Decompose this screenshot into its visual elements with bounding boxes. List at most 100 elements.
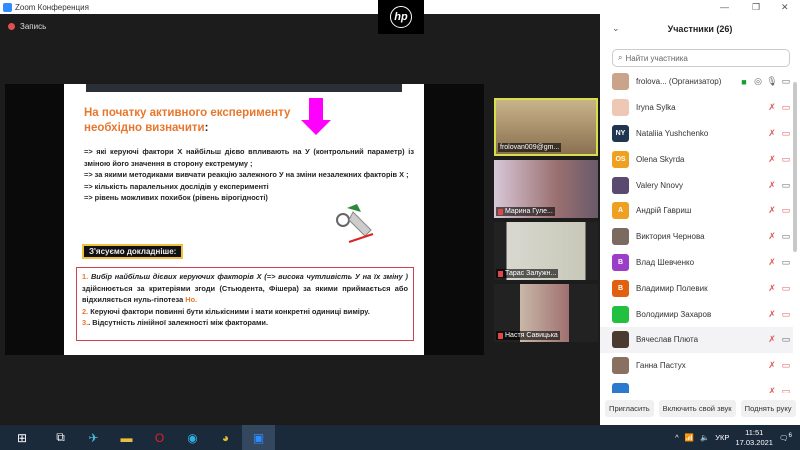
avatar: В xyxy=(612,253,629,271)
mic-muted-icon[interactable]: ✗ xyxy=(765,180,779,191)
camera-icon[interactable]: ▭ xyxy=(779,180,793,191)
mic-icon[interactable]: 🎙 xyxy=(765,76,779,87)
participant-row[interactable]: А Андрій Гавриш ✗ ▭ xyxy=(600,198,793,224)
participant-row[interactable]: Володимир Захаров ✗ ▭ xyxy=(600,301,793,327)
participant-row[interactable]: Iryna Sylka ✗ ▭ xyxy=(600,95,793,121)
volume-icon[interactable]: 🔈 xyxy=(700,433,709,442)
avatar xyxy=(612,331,629,349)
windows-start-icon[interactable]: ⊞ xyxy=(0,425,44,450)
muted-icon xyxy=(498,332,503,339)
participant-name: Iryna Sylka xyxy=(636,103,676,113)
participant-name: frolova... (Организатор) xyxy=(636,77,722,87)
record-icon xyxy=(8,23,15,30)
camera-off-icon[interactable]: ▭ xyxy=(779,309,793,320)
video-tile[interactable]: Марина Гуле... xyxy=(494,160,598,218)
mic-muted-icon[interactable]: ✗ xyxy=(765,154,779,165)
participant-name: Влад Шевченко xyxy=(636,257,695,267)
camera-icon[interactable]: ▭ xyxy=(779,257,793,268)
invite-button[interactable]: Пригласить xyxy=(605,400,654,417)
language-indicator[interactable]: УКР xyxy=(715,433,729,442)
record-icon: ◎ xyxy=(754,76,762,87)
mic-muted-icon[interactable]: ✗ xyxy=(765,360,779,371)
tray-up-icon[interactable]: ^ xyxy=(675,433,679,442)
notifications-icon[interactable]: 🗨6 xyxy=(779,432,792,443)
bird-app-icon[interactable]: ✈ xyxy=(77,425,110,450)
mic-muted-icon[interactable]: ✗ xyxy=(765,257,779,268)
file-explorer-icon[interactable]: ▬ xyxy=(110,425,143,450)
participant-name: Nataliia Yushchenko xyxy=(636,128,709,138)
mic-muted-icon[interactable]: ✗ xyxy=(765,283,779,294)
participant-name: Вячеслав Плюта xyxy=(636,335,699,345)
slide-header-band xyxy=(86,84,402,92)
minimize-button[interactable]: — xyxy=(720,2,729,12)
screen-share: На початку активного експерименту необхід… xyxy=(5,84,484,355)
mic-muted-icon[interactable]: ✗ xyxy=(765,334,779,345)
participant-name: Ганна Пастух xyxy=(636,361,686,371)
avatar: В xyxy=(612,279,629,297)
video-tile[interactable]: Настя Савицька xyxy=(494,284,598,342)
clock[interactable]: 11:51 17.03.2021 xyxy=(735,428,773,448)
avatar: А xyxy=(612,202,629,220)
task-view-icon[interactable]: ⧉ xyxy=(44,425,77,450)
camera-off-icon[interactable]: ▭ xyxy=(779,360,793,371)
avatar xyxy=(612,305,629,323)
participants-list[interactable]: frolova... (Организатор) ■ ◎ 🎙 ▭ Iryna Sylka ✗… xyxy=(600,69,793,393)
camera-icon[interactable]: ▭ xyxy=(779,334,793,345)
avatar xyxy=(612,357,629,375)
mic-muted-icon[interactable]: ✗ xyxy=(765,309,779,320)
avatar xyxy=(612,99,629,117)
participant-row[interactable]: Виктория Чернова ✗ ▭ xyxy=(600,224,793,250)
mic-muted-icon[interactable]: ✗ xyxy=(765,128,779,139)
participant-row[interactable]: Ганна Пастух ✗ ▭ xyxy=(600,353,793,379)
network-icon[interactable]: 📶 xyxy=(685,433,694,442)
avatar: NY xyxy=(612,124,629,142)
camera-off-icon[interactable]: ▭ xyxy=(779,386,793,393)
share-screen-icon: ■ xyxy=(741,76,747,87)
participant-name: Володимир Захаров xyxy=(636,309,712,319)
slide-title: На початку активного експерименту необхід… xyxy=(84,107,291,134)
muted-icon xyxy=(498,270,503,277)
participant-row[interactable]: В Владимир Полевик ✗ ▭ xyxy=(600,275,793,301)
camera-off-icon[interactable]: ▭ xyxy=(779,154,793,165)
unmute-button[interactable]: Включить свой звук xyxy=(658,400,736,417)
participant-row[interactable]: NY Nataliia Yushchenko ✗ ▭ xyxy=(600,121,793,147)
camera-off-icon[interactable]: ▭ xyxy=(779,102,793,113)
opera-icon[interactable]: O xyxy=(143,425,176,450)
search-input[interactable]: ⌕ Найти участника xyxy=(612,49,790,67)
system-tray: ^ 📶 🔈 УКР 11:51 17.03.2021 🗨6 xyxy=(675,425,792,450)
slide: На початку активного експерименту необхід… xyxy=(64,84,424,355)
participant-row[interactable]: ✗ ▭ xyxy=(600,379,793,393)
mic-muted-icon[interactable]: ✗ xyxy=(765,231,779,242)
camera-off-icon[interactable]: ▭ xyxy=(779,283,793,294)
edge-icon[interactable]: ◉ xyxy=(176,425,209,450)
video-tile[interactable]: frolovan009@gm... xyxy=(494,98,598,156)
participant-row[interactable]: OS Olena Skyrda ✗ ▭ xyxy=(600,146,793,172)
video-strip: frolovan009@gm... Марина Гуле... Тарас З… xyxy=(494,98,598,346)
camera-off-icon[interactable]: ▭ xyxy=(779,128,793,139)
zoom-taskbar-icon[interactable]: ▣ xyxy=(242,425,275,450)
video-tile[interactable]: Тарас Залужн... xyxy=(494,222,598,280)
chrome-icon[interactable]: ◕ xyxy=(209,425,242,450)
mic-muted-icon[interactable]: ✗ xyxy=(765,205,779,216)
participant-name: Olena Skyrda xyxy=(636,154,685,164)
avatar xyxy=(612,73,629,91)
record-label: Запись xyxy=(20,22,47,31)
participant-row[interactable]: В Влад Шевченко ✗ ▭ xyxy=(600,250,793,276)
camera-off-icon[interactable]: ▭ xyxy=(779,205,793,216)
down-arrow-icon xyxy=(301,98,331,138)
restore-button[interactable]: ❐ xyxy=(752,2,760,13)
close-button[interactable]: ✕ xyxy=(781,2,789,13)
mic-muted-icon[interactable]: ✗ xyxy=(765,386,779,393)
camera-icon[interactable]: ▭ xyxy=(779,231,793,242)
participant-row[interactable]: frolova... (Организатор) ■ ◎ 🎙 ▭ xyxy=(600,69,793,95)
camera-icon[interactable]: ▭ xyxy=(779,76,793,87)
raise-hand-button[interactable]: Поднять руку xyxy=(740,400,796,417)
avatar xyxy=(612,382,629,393)
participant-name: Виктория Чернова xyxy=(636,232,705,242)
recording-indicator[interactable]: Запись xyxy=(8,22,46,31)
mic-muted-icon[interactable]: ✗ xyxy=(765,102,779,113)
participants-title: Участники (26) xyxy=(667,24,733,34)
scrollbar[interactable] xyxy=(793,82,797,252)
participant-row[interactable]: Valery Nnovy ✗ ▭ xyxy=(600,172,793,198)
participant-row[interactable]: Вячеслав Плюта ✗ ▭ xyxy=(600,326,793,353)
